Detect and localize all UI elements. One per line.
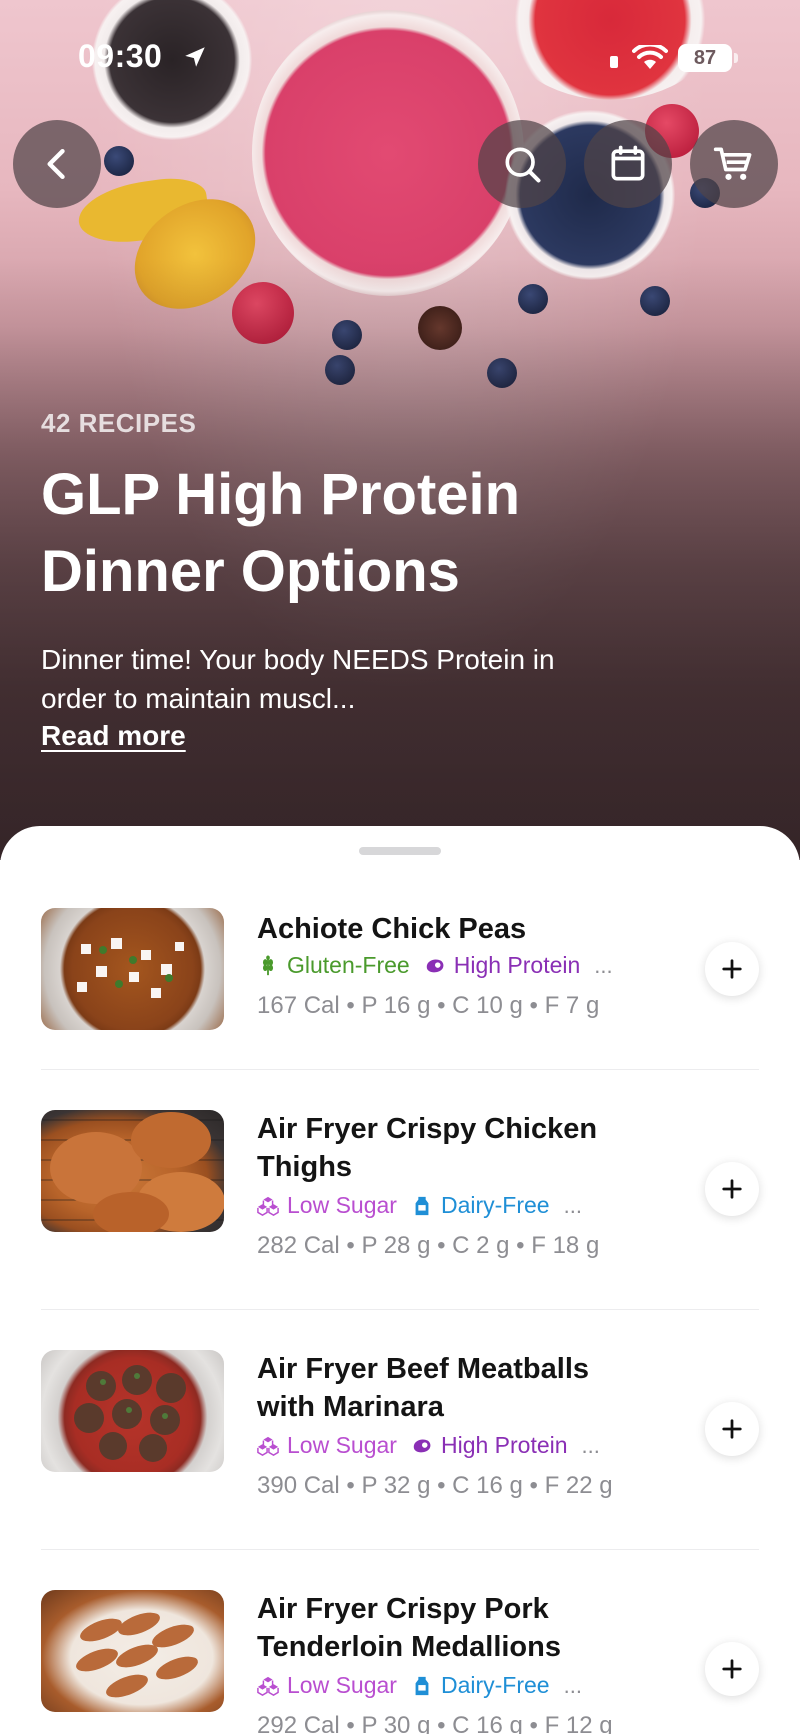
recipe-tags: Low Sugar Dairy-Free ...	[257, 1672, 582, 1699]
recipe-thumbnail	[41, 1350, 224, 1472]
more-tags-indicator: ...	[581, 1432, 600, 1458]
add-recipe-button[interactable]	[705, 942, 759, 996]
recipe-list-sheet: Achiote Chick Peas Gluten-Free High Prot…	[0, 826, 800, 1734]
recipe-thumbnail	[41, 1590, 224, 1712]
meat-icon	[413, 1438, 431, 1452]
recipe-thumbnail	[41, 908, 224, 1030]
read-more-link[interactable]: Read more	[41, 720, 186, 752]
tag-low-sugar: Low Sugar	[257, 1192, 397, 1219]
wifi-icon	[632, 45, 668, 69]
plus-icon	[722, 1419, 742, 1439]
tag-label: Dairy-Free	[440, 1192, 550, 1218]
recipe-thumbnail	[41, 1110, 224, 1232]
collection-description: Dinner time! Your body NEEDS Protein in …	[41, 644, 555, 714]
recipe-tags: Low Sugar High Protein ...	[257, 1432, 600, 1459]
recipe-name: Air Fryer Crispy Pork Tenderloin Medalli…	[257, 1593, 561, 1663]
list-divider	[41, 1309, 759, 1310]
plus-icon	[722, 1179, 742, 1199]
tag-gluten-free: Gluten-Free	[257, 952, 410, 979]
pork-medallions-image	[76, 1612, 198, 1698]
location-arrow-icon	[185, 47, 205, 67]
plus-icon	[722, 1659, 742, 1679]
more-tags-indicator: ...	[594, 952, 613, 978]
recipe-tags: Gluten-Free High Protein ...	[257, 952, 613, 979]
tag-label: High Protein	[440, 1432, 568, 1458]
tag-high-protein: High Protein	[411, 1432, 568, 1459]
tag-low-sugar: Low Sugar	[257, 1432, 397, 1459]
recipe-item-air-fryer-beef-meatballs[interactable]: Air Fryer Beef Meatballs with Marinara L…	[41, 1350, 759, 1510]
sugar-cubes-icon	[257, 1676, 279, 1696]
tag-low-sugar: Low Sugar	[257, 1672, 397, 1699]
milk-carton-icon	[415, 1676, 429, 1695]
tag-label: Dairy-Free	[440, 1672, 550, 1698]
recipe-name: Achiote Chick Peas	[257, 913, 527, 945]
battery-indicator: 87	[678, 44, 738, 72]
collection-title: GLP High Protein Dinner Options	[41, 462, 521, 604]
chickpea-dish-image	[77, 938, 184, 998]
tag-high-protein: High Protein	[424, 952, 581, 979]
recipe-name: Air Fryer Beef Meatballs with Marinara	[257, 1353, 590, 1423]
status-indicators: 87	[606, 44, 738, 72]
recipe-item-achiote-chick-peas[interactable]: Achiote Chick Peas Gluten-Free High Prot…	[41, 908, 759, 1068]
plus-icon	[722, 959, 742, 979]
list-divider	[41, 1549, 759, 1550]
tag-label: Low Sugar	[287, 1432, 397, 1458]
search-button[interactable]	[478, 120, 566, 208]
meatballs-marinara-image	[74, 1365, 186, 1462]
back-button[interactable]	[13, 120, 101, 208]
recipe-macros: 167 Cal • P 16 g • C 10 g • F 7 g	[257, 992, 600, 1019]
tag-label: Gluten-Free	[287, 952, 410, 978]
add-recipe-button[interactable]	[705, 1162, 759, 1216]
recipe-name: Air Fryer Crispy Chicken Thighs	[257, 1113, 598, 1183]
tag-dairy-free: Dairy-Free	[411, 1672, 550, 1699]
shopping-cart-icon	[713, 147, 752, 180]
wheat-icon	[262, 954, 274, 975]
sugar-cubes-icon	[257, 1436, 279, 1456]
recipe-macros: 292 Cal • P 30 g • C 16 g • F 12 g	[257, 1712, 613, 1734]
calendar-button[interactable]	[584, 120, 672, 208]
chevron-left-icon	[47, 148, 65, 180]
more-tags-indicator: ...	[563, 1672, 582, 1698]
list-divider	[41, 1069, 759, 1070]
search-icon	[505, 147, 541, 183]
cart-button[interactable]	[690, 120, 778, 208]
add-recipe-button[interactable]	[705, 1642, 759, 1696]
recipe-tags: Low Sugar Dairy-Free ...	[257, 1192, 582, 1219]
tag-label: High Protein	[453, 952, 581, 978]
tag-dairy-free: Dairy-Free	[411, 1192, 550, 1219]
recipe-macros: 282 Cal • P 28 g • C 2 g • F 18 g	[257, 1232, 600, 1259]
meat-icon	[426, 958, 444, 972]
sheet-grabber[interactable]	[359, 847, 441, 855]
recipe-macros: 390 Cal • P 32 g • C 16 g • F 22 g	[257, 1472, 613, 1499]
recipe-item-air-fryer-crispy-chicken-thighs[interactable]: Air Fryer Crispy Chicken Thighs Low Suga…	[41, 1110, 759, 1270]
add-recipe-button[interactable]	[705, 1402, 759, 1456]
recipe-item-air-fryer-pork-tenderloin[interactable]: Air Fryer Crispy Pork Tenderloin Medalli…	[41, 1590, 759, 1734]
tag-label: Low Sugar	[287, 1672, 397, 1698]
sugar-cubes-icon	[257, 1196, 279, 1216]
signal-icon	[610, 56, 618, 68]
status-time: 09:30	[78, 38, 163, 74]
tag-label: Low Sugar	[287, 1192, 397, 1218]
more-tags-indicator: ...	[563, 1192, 582, 1218]
milk-carton-icon	[415, 1196, 429, 1215]
chicken-thighs-image	[41, 1112, 224, 1232]
calendar-icon	[611, 145, 645, 181]
recipe-count: 42 RECIPES	[41, 408, 197, 438]
